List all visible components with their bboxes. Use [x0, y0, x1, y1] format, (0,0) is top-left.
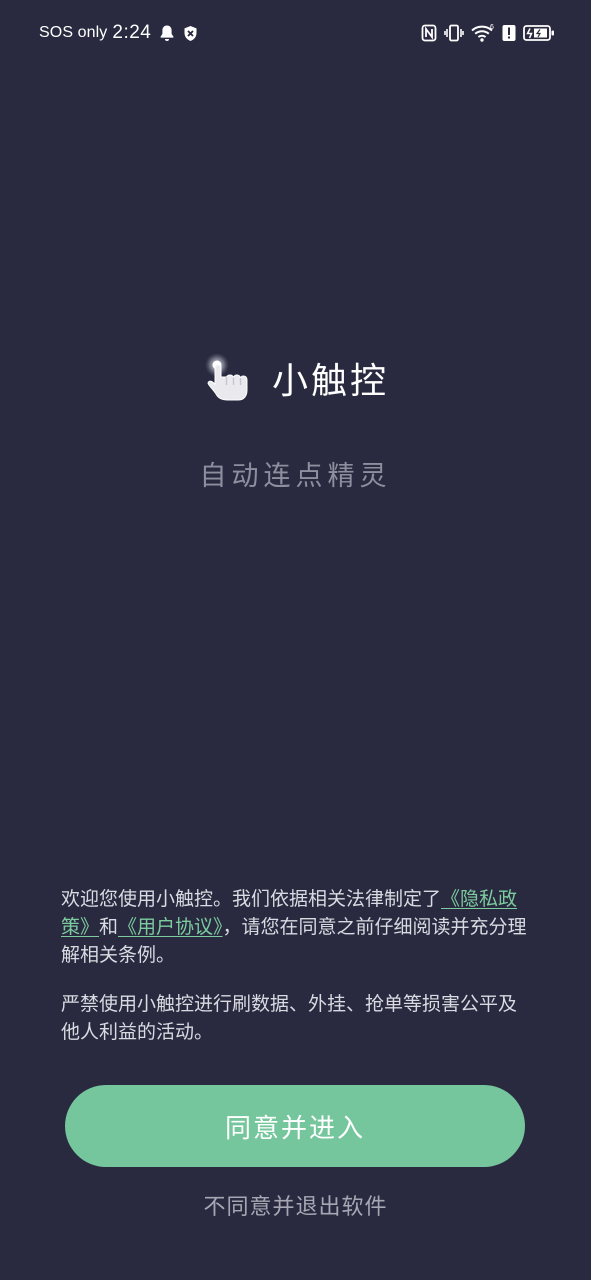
- svg-text:6: 6: [490, 24, 494, 31]
- app-tagline: 自动连点精灵: [199, 461, 392, 492]
- agreement-text: 欢迎您使用小触控。我们依据相关法律制定了《隐私政策》和《用户协议》，请您在同意之…: [61, 885, 531, 1046]
- bell-icon: [159, 24, 175, 42]
- user-agreement-link[interactable]: 《用户协议》: [118, 916, 223, 938]
- app-name: 小触控: [271, 361, 389, 402]
- alert-icon: [502, 24, 516, 42]
- battery-charging-icon: [523, 24, 555, 42]
- status-left: SOS only 2:24: [39, 21, 198, 45]
- agree-enter-button[interactable]: 同意并进入: [65, 1085, 525, 1167]
- tap-hand-icon: [204, 353, 248, 401]
- carrier-label: SOS only: [39, 24, 108, 41]
- disagree-exit-button[interactable]: 不同意并退出软件: [0, 1188, 591, 1228]
- agreement-paragraph-1: 欢迎您使用小触控。我们依据相关法律制定了《隐私政策》和《用户协议》，请您在同意之…: [61, 885, 531, 969]
- nfc-icon: [421, 24, 437, 42]
- agreement-paragraph-2: 严禁使用小触控进行刷数据、外挂、抢单等损害公平及他人利益的活动。: [61, 993, 518, 1043]
- clock: 2:24: [112, 22, 152, 43]
- status-bar: SOS only 2:24 6: [0, 0, 591, 66]
- agreement-conjunction: 和: [99, 916, 119, 938]
- wifi-icon: 6: [471, 23, 495, 43]
- app-logo: 小触控: [0, 348, 591, 408]
- vpn-shield-icon: [183, 25, 198, 42]
- status-right: 6: [421, 21, 555, 45]
- agreement-intro: 欢迎您使用小触控。我们依据相关法律制定了: [61, 888, 442, 910]
- vibrate-icon: [444, 24, 464, 42]
